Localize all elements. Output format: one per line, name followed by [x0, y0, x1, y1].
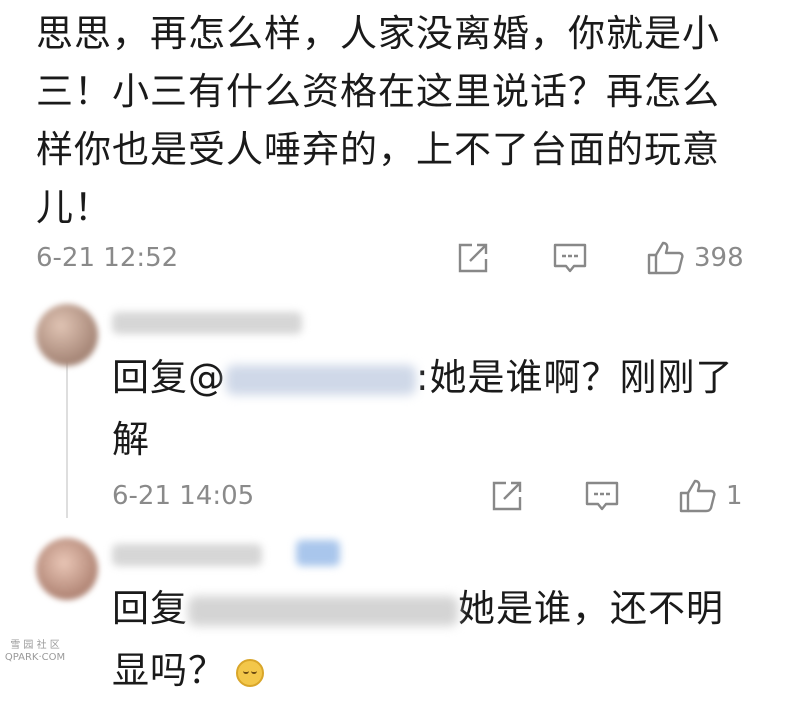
like-count: 398: [694, 243, 744, 273]
share-button[interactable]: [490, 476, 526, 516]
avatar[interactable]: [36, 304, 98, 366]
thumbs-up-icon: [647, 241, 684, 275]
share-icon: [492, 481, 522, 511]
reply-prefix: 回复: [112, 587, 188, 630]
main-comment-meta: 6-21 12:52 398: [36, 238, 756, 278]
comment-button[interactable]: [552, 238, 588, 278]
timestamp: 6-21 14:05: [112, 481, 255, 511]
reply-text: 回复 她是谁，还不明 显吗？: [112, 578, 772, 702]
watermark-line1: 雪 园 社 区: [10, 640, 60, 651]
share-button[interactable]: [456, 238, 492, 278]
reply-content-line2: 显吗？: [112, 649, 226, 692]
username-blurred[interactable]: [112, 544, 262, 566]
like-button[interactable]: 398: [646, 238, 744, 278]
watermark-line2: QPARK·COM: [4, 652, 66, 663]
comment-line: 样你也是受人唾弃的，上不了台面的玩意: [36, 128, 720, 171]
comment-line: 儿！: [36, 186, 112, 229]
reply-content-line2: 解: [112, 418, 150, 461]
crying-laughing-emoji-icon: [236, 658, 264, 687]
thread-connector: [66, 350, 68, 518]
like-button[interactable]: 1: [678, 476, 743, 516]
avatar[interactable]: [36, 538, 98, 600]
reply-content: :她是谁啊？刚刚了: [416, 356, 734, 399]
reply-prefix: 回复@: [112, 356, 226, 399]
comment-icon: [585, 481, 619, 511]
mention-blurred[interactable]: [226, 364, 416, 395]
main-comment-text: 思思，再怎么样，人家没离婚，你就是小 三！小三有什么资格在这里说话？再怎么 样你…: [36, 0, 786, 237]
share-icon: [458, 243, 488, 273]
like-count: 1: [726, 481, 743, 511]
reply-content: 她是谁，还不明: [458, 587, 724, 630]
mention-blurred[interactable]: [188, 595, 458, 626]
thumbs-up-icon: [679, 479, 716, 513]
comment-line: 三！小三有什么资格在这里说话？再怎么: [36, 70, 720, 113]
comment-icon: [553, 243, 587, 273]
watermark: 雪 园 社 区 QPARK·COM: [2, 640, 68, 664]
main-comment: 思思，再怎么样，人家没离婚，你就是小 三！小三有什么资格在这里说话？再怎么 样你…: [36, 0, 786, 237]
timestamp: 6-21 12:52: [36, 243, 179, 273]
comment-line: 思思，再怎么样，人家没离婚，你就是小: [36, 12, 720, 55]
username-blurred[interactable]: [112, 312, 302, 334]
reply-meta: 6-21 14:05 1: [112, 476, 772, 516]
badge-blurred: [296, 540, 340, 566]
reply-text: 回复@ :她是谁啊？刚刚了 解: [112, 347, 772, 471]
comment-button[interactable]: [584, 476, 620, 516]
